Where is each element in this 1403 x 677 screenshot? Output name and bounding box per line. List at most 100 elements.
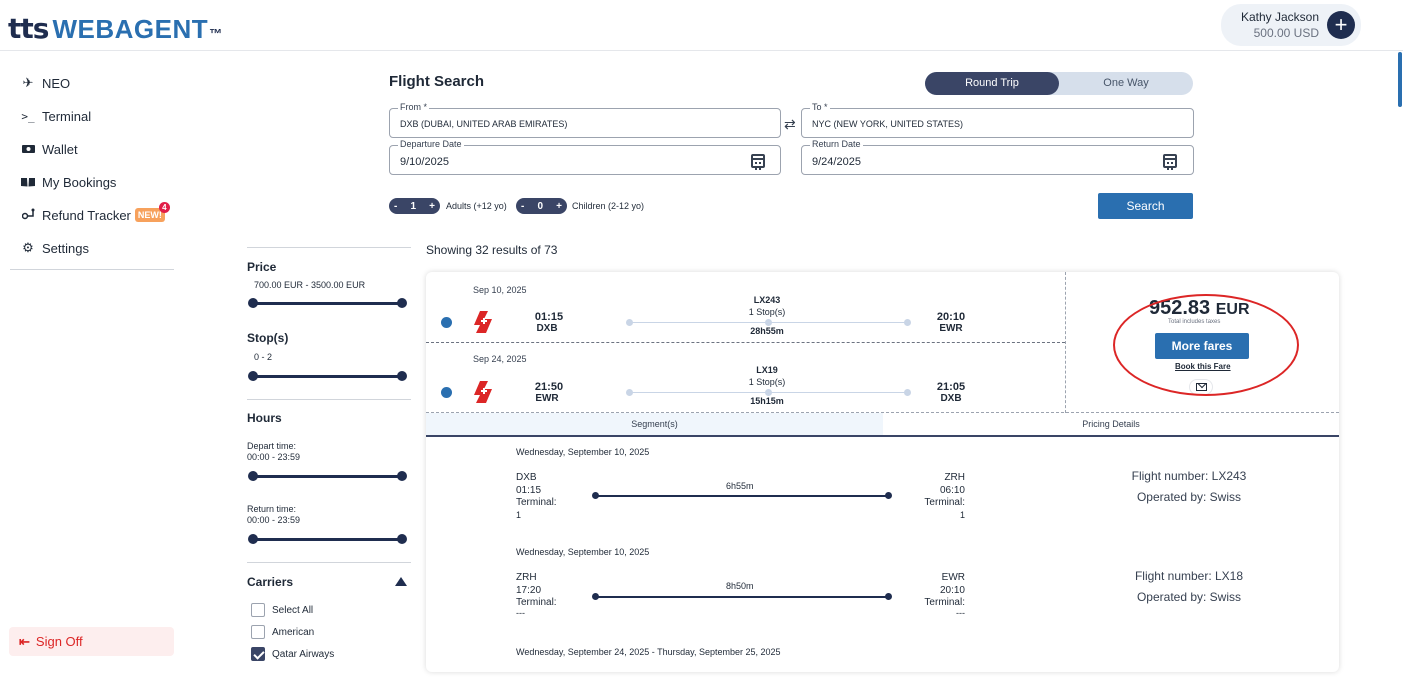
price-slider[interactable] — [248, 298, 407, 308]
carriers-heading: Carriers — [247, 575, 294, 589]
segment-operated-by: Operated by: Swiss — [1136, 590, 1242, 604]
trip-type-toggle[interactable]: Round Trip One Way — [925, 72, 1193, 95]
sidebar-item-neo[interactable]: ✈ NEO — [20, 73, 71, 93]
depart-slider-min-handle[interactable] — [248, 471, 258, 481]
segment-departure-time: 17:20 — [516, 585, 542, 596]
filters-divider — [247, 399, 411, 400]
swiss-airline-logo-icon — [474, 381, 492, 403]
wallet-icon — [20, 142, 36, 157]
logo-webagent: WEBAGENT — [52, 14, 209, 44]
price-range: 700.00 EUR - 3500.00 EUR — [254, 280, 366, 290]
carrier-option-qatar-airways[interactable]: Qatar Airways — [251, 647, 334, 661]
segment-destination-terminal: 1 — [959, 510, 965, 520]
checkbox-checked[interactable] — [251, 647, 265, 661]
sidebar-item-my-bookings[interactable]: My Bookings — [20, 172, 116, 192]
logo-trademark: ™ — [209, 26, 223, 41]
departure-date-field[interactable]: Departure Date 9/10/2025 — [389, 139, 781, 175]
carrier-label: Select All — [272, 604, 314, 616]
arrival-airport: DXB — [940, 393, 962, 404]
depart-slider-max-handle[interactable] — [397, 471, 407, 481]
stops-slider-min-handle[interactable] — [248, 371, 258, 381]
stops-count: 1 Stop(s) — [748, 377, 786, 387]
sidebar-item-settings[interactable]: ⚙ Settings — [20, 238, 89, 258]
segment-duration: 6h55m — [726, 481, 754, 491]
sidebar-item-wallet[interactable]: Wallet — [20, 139, 78, 159]
segment-date: Wednesday, September 10, 2025 — [516, 547, 650, 557]
return-time-range: 00:00 - 23:59 — [247, 515, 301, 525]
stops-slider[interactable] — [248, 371, 407, 381]
carrier-option-select-all[interactable]: Select All — [251, 603, 313, 617]
sign-out-icon: ⇤ — [19, 633, 30, 649]
route-end-dot — [904, 389, 911, 396]
route-line — [626, 319, 911, 326]
arrival-time: 20:10 — [936, 311, 966, 323]
tab-pricing-details[interactable]: Pricing Details — [883, 413, 1339, 435]
carrier-label: Qatar Airways — [272, 648, 335, 660]
stops-range: 0 - 2 — [254, 352, 273, 362]
segment-duration: 8h50m — [726, 581, 754, 591]
flight-duration: 28h55m — [750, 326, 784, 336]
departure-airport: EWR — [535, 393, 559, 404]
sidebar-item-terminal[interactable]: >_ Terminal — [20, 106, 91, 126]
arrival-time: 21:05 — [936, 381, 966, 393]
price-slider-max-handle[interactable] — [397, 298, 407, 308]
children-minus-button[interactable]: - — [521, 201, 524, 212]
children-stepper[interactable]: - 0 + — [516, 198, 567, 214]
sidebar-item-refund-tracker[interactable]: Refund Tracker NEW! 4 — [20, 202, 170, 225]
from-field[interactable]: From * DXB (DUBAI, UNITED ARAB EMIRATES) — [389, 102, 781, 138]
adults-plus-button[interactable]: + — [429, 201, 435, 212]
logo-tts: tts — [8, 12, 49, 45]
from-label: From * — [398, 102, 429, 112]
leg-select-radio[interactable] — [441, 317, 452, 328]
return-date-field[interactable]: Return Date 9/24/2025 — [801, 139, 1194, 175]
new-badge: NEW! 4 — [134, 202, 170, 222]
return-date-value: 9/24/2025 — [812, 156, 861, 168]
sign-off-button[interactable]: ⇤ Sign Off — [9, 627, 174, 656]
return-time-slider[interactable] — [248, 534, 407, 544]
children-plus-button[interactable]: + — [556, 201, 562, 212]
calendar-icon[interactable] — [751, 154, 765, 170]
add-funds-icon[interactable]: + — [1327, 11, 1355, 39]
segment-departure-time: 01:15 — [516, 485, 542, 496]
checkbox[interactable] — [251, 603, 265, 617]
carrier-option-american[interactable]: American — [251, 625, 314, 639]
segment-origin-code: DXB — [516, 472, 537, 483]
price-slider-min-handle[interactable] — [248, 298, 258, 308]
return-slider-min-handle[interactable] — [248, 534, 258, 544]
tab-one-way[interactable]: One Way — [1059, 72, 1193, 95]
route-stop-dot — [765, 389, 772, 396]
search-button[interactable]: Search — [1098, 193, 1193, 219]
leg-select-radio[interactable] — [441, 387, 452, 398]
page-scrollbar[interactable] — [1398, 52, 1402, 107]
depart-time-slider[interactable] — [248, 471, 407, 481]
collapse-carriers-icon[interactable] — [395, 577, 407, 586]
calendar-icon[interactable] — [1163, 154, 1177, 170]
segment-destination-code: ZRH — [944, 472, 965, 483]
refund-icon — [20, 208, 36, 223]
route-line — [626, 389, 911, 396]
return-time-label: Return time: — [247, 504, 297, 514]
departure-date-value: 9/10/2025 — [400, 156, 449, 168]
depart-time-range: 00:00 - 23:59 — [247, 452, 301, 462]
segment-destination-terminal: --- — [956, 608, 965, 618]
return-slider-max-handle[interactable] — [397, 534, 407, 544]
tab-round-trip[interactable]: Round Trip — [925, 72, 1059, 95]
price-column-divider — [1065, 272, 1066, 413]
filters-divider — [247, 562, 411, 563]
brand-logo[interactable]: tts WEBAGENT ™ — [8, 12, 222, 45]
tab-segments[interactable]: Segment(s) — [426, 413, 883, 435]
segment-end-dot — [885, 492, 892, 499]
adults-stepper[interactable]: - 1 + — [389, 198, 440, 214]
stops-slider-max-handle[interactable] — [397, 371, 407, 381]
to-field[interactable]: To * NYC (NEW YORK, UNITED STATES) — [801, 102, 1194, 138]
stops-count: 1 Stop(s) — [748, 307, 786, 317]
user-account-box[interactable]: Kathy Jackson 500.00 USD + — [1221, 4, 1361, 46]
route-start-dot — [626, 389, 633, 396]
route-stop-dot — [765, 319, 772, 326]
adults-minus-button[interactable]: - — [394, 201, 397, 212]
sidebar-item-label: Refund Tracker — [42, 207, 131, 223]
segment-origin-code: ZRH — [516, 572, 537, 583]
sidebar-item-label: Terminal — [42, 108, 92, 124]
swap-icon[interactable]: ⇄ — [784, 116, 796, 133]
checkbox[interactable] — [251, 625, 265, 639]
